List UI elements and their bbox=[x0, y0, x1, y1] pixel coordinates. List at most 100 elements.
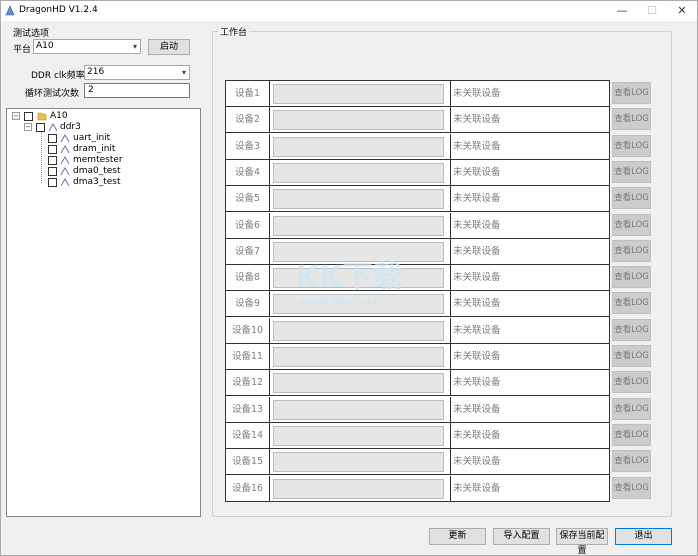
view-log-button[interactable]: 查看LOG bbox=[612, 371, 651, 394]
device-status: 未关联设备 bbox=[450, 159, 609, 185]
tree-checkbox[interactable] bbox=[36, 123, 45, 132]
tree-node-root[interactable]: − A10 bbox=[12, 111, 162, 122]
device-row: 设备9 未关联设备 bbox=[226, 291, 609, 318]
view-log-button[interactable]: 查看LOG bbox=[612, 187, 651, 210]
view-log-button[interactable]: 查看LOG bbox=[612, 476, 651, 499]
device-progress-bar bbox=[273, 294, 444, 315]
device-status: 未关联设备 bbox=[450, 238, 609, 264]
import-config-button[interactable]: 导入配置 bbox=[493, 528, 550, 545]
tree-checkbox[interactable] bbox=[48, 167, 57, 176]
device-name: 设备9 bbox=[226, 291, 270, 317]
test-tree[interactable]: − A10 − ddr3 uart_init dram_init memtest… bbox=[6, 108, 201, 517]
device-name: 设备12 bbox=[226, 370, 270, 396]
device-progress-bar bbox=[273, 425, 444, 446]
ddr-clk-select[interactable]: 216 ▾ bbox=[84, 65, 190, 80]
device-status: 未关联设备 bbox=[450, 396, 609, 422]
device-name: 设备7 bbox=[226, 238, 270, 264]
test-item-icon bbox=[60, 155, 70, 165]
view-log-button[interactable]: 查看LOG bbox=[612, 239, 651, 262]
view-log-button[interactable]: 查看LOG bbox=[612, 292, 651, 315]
device-name: 设备1 bbox=[226, 81, 270, 106]
device-progress-bar bbox=[273, 84, 444, 104]
refresh-button[interactable]: 更新 bbox=[429, 528, 486, 545]
device-name: 设备8 bbox=[226, 265, 270, 291]
workbench-label: 工作台 bbox=[218, 25, 250, 38]
view-log-button[interactable]: 查看LOG bbox=[612, 345, 651, 367]
maximize-button[interactable]: ☐ bbox=[637, 1, 667, 21]
platform-select[interactable]: A10 ▾ bbox=[33, 39, 141, 54]
device-row: 设备4 未关联设备 bbox=[226, 159, 609, 186]
device-status: 未关联设备 bbox=[450, 449, 609, 475]
platform-label: 平台 bbox=[13, 45, 32, 55]
view-log-button[interactable]: 查看LOG bbox=[612, 450, 651, 473]
view-log-button[interactable]: 查看LOG bbox=[612, 213, 651, 236]
device-row: 设备3 未关联设备 bbox=[226, 133, 609, 160]
view-log-button[interactable]: 查看LOG bbox=[612, 397, 651, 420]
collapse-icon[interactable]: − bbox=[24, 123, 32, 131]
test-item-icon bbox=[60, 177, 70, 187]
tree-checkbox[interactable] bbox=[48, 145, 57, 154]
tree-item[interactable]: memtester bbox=[48, 155, 188, 166]
tree-checkbox[interactable] bbox=[24, 112, 33, 121]
loop-count-label: 循环测试次数 bbox=[25, 89, 80, 99]
test-item-icon bbox=[48, 122, 58, 132]
device-status: 未关联设备 bbox=[450, 81, 609, 106]
tree-checkbox[interactable] bbox=[48, 134, 57, 143]
chevron-down-icon: ▾ bbox=[132, 42, 137, 51]
device-table: 设备1 未关联设备 设备2 未关联设备 设备3 未关联设备 设备4 未关联设备 设备5 未关联设备… bbox=[225, 80, 610, 502]
device-progress-bar bbox=[273, 373, 444, 394]
save-config-button[interactable]: 保存当前配置 bbox=[556, 528, 608, 556]
tree-item[interactable]: dram_init bbox=[48, 144, 188, 155]
window-title: DragonHD V1.2.4 bbox=[19, 5, 98, 15]
view-log-button[interactable]: 查看LOG bbox=[612, 134, 651, 157]
device-name: 设备6 bbox=[226, 212, 270, 238]
chevron-down-icon: ▾ bbox=[181, 68, 186, 77]
device-status: 未关联设备 bbox=[450, 133, 609, 159]
view-log-button[interactable]: 查看LOG bbox=[612, 108, 651, 131]
app-window: DragonHD V1.2.4 — ☐ ✕ 测试选项 平台 A10 ▾ 启动 D… bbox=[0, 0, 698, 556]
device-row: 设备5 未关联设备 bbox=[226, 186, 609, 213]
device-name: 设备5 bbox=[226, 186, 270, 212]
device-progress-bar bbox=[273, 241, 444, 262]
device-progress-bar bbox=[273, 136, 444, 157]
device-row: 设备16 未关联设备 bbox=[226, 475, 609, 502]
device-name: 设备15 bbox=[226, 449, 270, 475]
device-status: 未关联设备 bbox=[450, 107, 609, 133]
title-bar: DragonHD V1.2.4 — ☐ ✕ bbox=[1, 1, 697, 21]
tree-item[interactable]: dma0_test bbox=[48, 166, 188, 177]
device-progress-bar bbox=[273, 478, 444, 499]
start-button[interactable]: 启动 bbox=[148, 39, 190, 55]
tree-item[interactable]: dma3_test bbox=[48, 177, 188, 188]
view-log-button[interactable]: 查看LOG bbox=[612, 423, 651, 446]
tree-item-label: memtester bbox=[73, 155, 123, 165]
device-name: 设备10 bbox=[226, 317, 270, 343]
folder-icon bbox=[37, 112, 47, 121]
loop-count-input[interactable]: 2 bbox=[84, 83, 190, 98]
tree-item-label: uart_init bbox=[73, 133, 111, 143]
device-progress-bar bbox=[273, 268, 444, 289]
device-name: 设备4 bbox=[226, 159, 270, 185]
tree-checkbox[interactable] bbox=[48, 156, 57, 165]
tree-node-group[interactable]: − ddr3 bbox=[24, 122, 174, 133]
test-item-icon bbox=[60, 133, 70, 143]
close-button[interactable]: ✕ bbox=[667, 1, 697, 21]
view-log-button[interactable]: 查看LOG bbox=[612, 266, 651, 289]
tree-checkbox[interactable] bbox=[48, 178, 57, 187]
tree-item[interactable]: uart_init bbox=[48, 133, 188, 144]
minimize-button[interactable]: — bbox=[607, 1, 637, 21]
view-log-button[interactable]: 查看LOG bbox=[612, 318, 651, 341]
exit-button[interactable]: 退出 bbox=[615, 528, 672, 545]
tree-node-label: ddr3 bbox=[60, 122, 81, 132]
device-row: 设备10 未关联设备 bbox=[226, 317, 609, 344]
test-item-icon bbox=[60, 144, 70, 154]
device-name: 设备2 bbox=[226, 107, 270, 133]
device-name: 设备14 bbox=[226, 422, 270, 448]
device-row: 设备15 未关联设备 bbox=[226, 449, 609, 476]
view-log-button[interactable]: 查看LOG bbox=[612, 160, 651, 183]
device-status: 未关联设备 bbox=[450, 212, 609, 238]
view-log-button[interactable]: 查看LOG bbox=[612, 82, 651, 104]
device-name: 设备3 bbox=[226, 133, 270, 159]
tree-item-label: dma0_test bbox=[73, 166, 121, 176]
device-status: 未关联设备 bbox=[450, 265, 609, 291]
collapse-icon[interactable]: − bbox=[12, 112, 20, 120]
